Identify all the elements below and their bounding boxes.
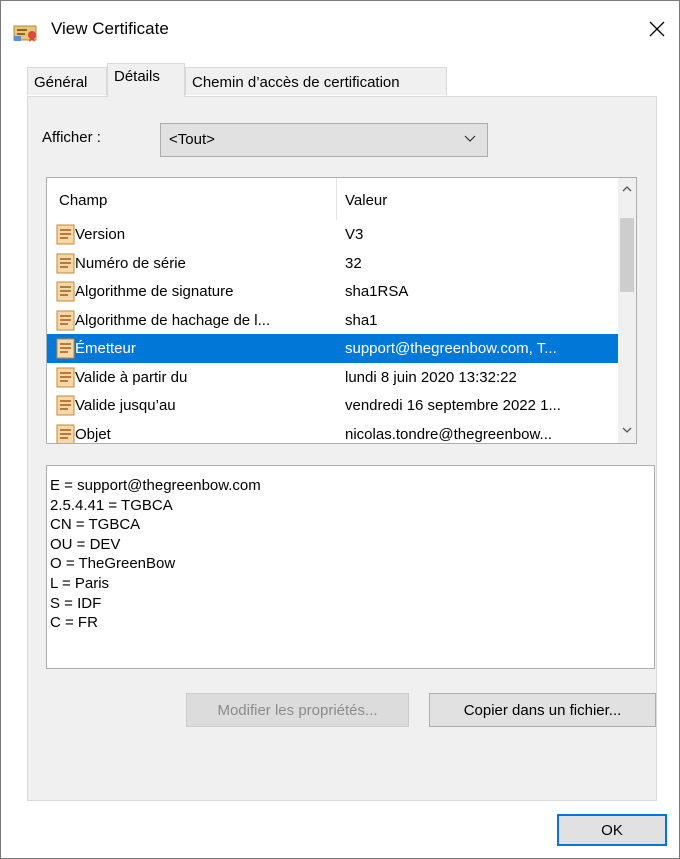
- detail-line: S = IDF: [50, 594, 102, 612]
- edit-properties-button[interactable]: Modifier les propriétés...: [186, 693, 409, 727]
- field-name: Valide jusqu’au: [75, 397, 176, 414]
- close-icon: [649, 21, 665, 37]
- detail-line: CN = TGBCA: [50, 516, 141, 534]
- tab-details-label: Détails: [114, 68, 160, 85]
- tab-details[interactable]: Détails: [107, 63, 185, 97]
- list-item[interactable]: Version V3: [47, 220, 619, 249]
- list-item[interactable]: Valide à partir du lundi 8 juin 2020 13:…: [47, 363, 619, 392]
- detail-line: E = support@thegreenbow.com: [50, 477, 261, 494]
- field-name: Algorithme de signature: [75, 283, 234, 300]
- chevron-down-icon: [622, 427, 632, 433]
- copy-to-file-button[interactable]: Copier dans un fichier...: [429, 693, 656, 727]
- detail-line: 2.5.4.41 = TGBCA: [50, 496, 173, 514]
- tab-certification-path-label: Chemin d’accès de certification: [192, 74, 400, 91]
- field-icon: [56, 281, 76, 302]
- field-icon: [56, 338, 76, 359]
- field-icon: [56, 367, 76, 388]
- field-value: sha1: [345, 311, 378, 329]
- list-item[interactable]: Objet nicolas.tondre@thegreenbow...: [47, 420, 619, 443]
- vertical-scrollbar[interactable]: [618, 178, 636, 443]
- field-value: 32: [345, 254, 362, 272]
- scroll-down-button[interactable]: [618, 421, 636, 439]
- tab-general-label: Général: [34, 74, 88, 91]
- certificate-icon: [13, 21, 39, 43]
- column-header-field[interactable]: Champ: [59, 192, 107, 209]
- certificate-dialog: View Certificate Général Détails Chemin …: [0, 0, 680, 859]
- field-value: sha1RSA: [345, 283, 409, 300]
- ok-button[interactable]: OK: [557, 814, 667, 846]
- detail-line: L = Paris: [50, 574, 110, 592]
- list-rows: Version V3 Numéro de série 32 Algorithme…: [47, 220, 619, 443]
- field-icon: [56, 310, 76, 331]
- field-name: Objet: [75, 425, 111, 443]
- list-item[interactable]: Valide jusqu’au vendredi 16 septembre 20…: [47, 391, 619, 420]
- field-icon: [56, 253, 76, 274]
- window-title: View Certificate: [51, 19, 169, 38]
- detail-line: C = FR: [50, 614, 98, 632]
- field-name: Algorithme de hachage de l...: [75, 311, 271, 329]
- list-item-selected[interactable]: Émetteur support@thegreenbow.com, T...: [47, 334, 619, 363]
- field-name: Numéro de série: [75, 254, 186, 272]
- field-name: Émetteur: [75, 340, 136, 357]
- chevron-up-icon: [622, 186, 632, 192]
- field-name: Valide à partir du: [75, 368, 188, 386]
- field-name: Version: [75, 226, 126, 243]
- list-item[interactable]: Algorithme de signature sha1RSA: [47, 277, 619, 306]
- list-item[interactable]: Numéro de série 32: [47, 249, 619, 278]
- show-select-value: <Tout>: [169, 131, 215, 148]
- close-button[interactable]: [635, 7, 679, 51]
- column-separator[interactable]: [336, 178, 337, 220]
- show-select[interactable]: <Tout>: [160, 123, 488, 157]
- field-value: lundi 8 juin 2020 13:32:22: [345, 368, 517, 386]
- list-header: Champ Valeur: [47, 178, 619, 220]
- field-detail-textbox[interactable]: E = support@thegreenbow.com 2.5.4.41 = T…: [46, 465, 655, 669]
- detail-line: OU = DEV: [50, 535, 121, 553]
- field-value: V3: [345, 226, 364, 243]
- field-value: vendredi 16 septembre 2022 1...: [345, 397, 561, 414]
- field-icon: [56, 395, 76, 416]
- show-label: Afficher :: [42, 129, 101, 146]
- tab-general[interactable]: Général: [27, 67, 107, 95]
- chevron-down-icon: [464, 135, 476, 142]
- field-value: nicolas.tondre@thegreenbow...: [345, 425, 553, 443]
- column-header-value[interactable]: Valeur: [345, 192, 387, 209]
- field-icon: [56, 224, 76, 245]
- tab-certification-path[interactable]: Chemin d’accès de certification: [185, 67, 447, 95]
- details-panel: Afficher : <Tout> Champ Valeur Version V…: [27, 96, 657, 801]
- field-value: support@thegreenbow.com, T...: [345, 340, 557, 357]
- title-bar: View Certificate: [1, 1, 679, 57]
- scroll-thumb[interactable]: [620, 218, 634, 292]
- list-item[interactable]: Algorithme de hachage de l... sha1: [47, 306, 619, 335]
- detail-line: O = TheGreenBow: [50, 555, 176, 573]
- field-list: Champ Valeur Version V3 Numéro de série …: [46, 177, 637, 444]
- field-icon: [56, 424, 76, 443]
- scroll-up-button[interactable]: [618, 180, 636, 198]
